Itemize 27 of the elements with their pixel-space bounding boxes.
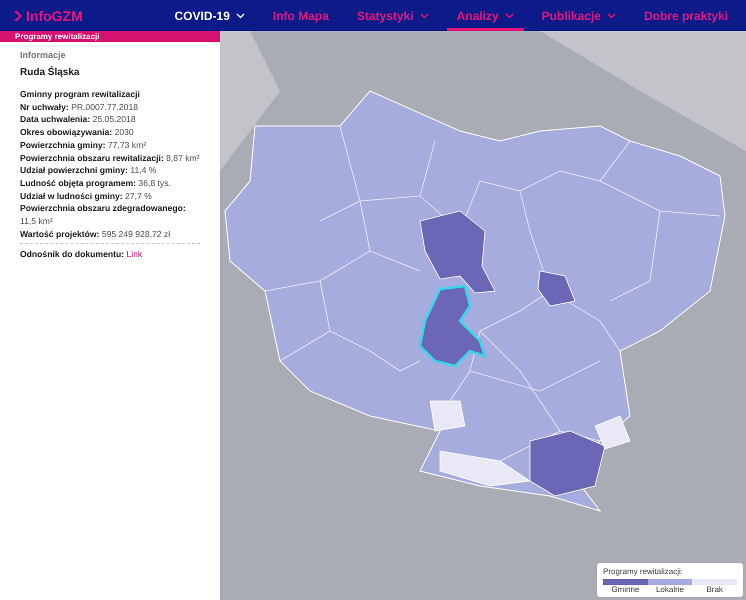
nav-item[interactable]: Dobre praktyki — [634, 0, 738, 31]
info-field: Nr uchwały: PR.0007.77.2018 — [20, 100, 200, 114]
info-field: Okres obowiązywania: 2030 — [20, 126, 200, 139]
logo-text[interactable]: InfoGZM — [26, 8, 83, 24]
info-field: Data uchwalenia: 25.05.2018 — [20, 113, 200, 126]
info-field: Udział w ludności gminy: 27,7 % — [20, 190, 200, 202]
logo-icon — [14, 10, 22, 20]
legend-label: Brak — [705, 585, 724, 594]
municipality-name: Ruda Śląska — [20, 67, 80, 78]
info-field: Powierzchnia obszaru zdegradowanego: 11,5 km² — [20, 202, 200, 228]
document-link-row-text: Odnośnik do dokumentu: Link — [20, 248, 144, 262]
info-field: Wartość projektów: 595 249 928,72 zł — [20, 228, 200, 240]
info-field: Powierzchnia obszaru rewitalizacji: 8,87 km² — [20, 152, 200, 164]
program-type: Gminny program rewitalizacji — [20, 88, 141, 101]
document-link[interactable]: Link — [126, 249, 142, 260]
section-label: Informacje — [20, 50, 67, 60]
legend-label: Lokalne — [654, 585, 686, 594]
nav-item[interactable]: Statystyki — [346, 0, 439, 31]
nav-item[interactable]: Info Mapa — [262, 0, 339, 31]
info-field: Powierzchnia gminy: 77,73 km² — [20, 138, 200, 152]
info-field: Udział powierzchni gminy: 11,4 % — [20, 164, 200, 177]
legend-title: Programy rewitalizacji: — [603, 567, 684, 576]
legend-label: Gminne — [610, 585, 640, 594]
info-field: Ludność objęta programem: 36,8 tys. — [20, 176, 200, 190]
panel-title: Programy rewitalizacji — [0, 31, 220, 42]
nav-item[interactable]: Publikacje — [532, 0, 626, 31]
nav-item[interactable]: COVID-19 — [164, 0, 255, 31]
